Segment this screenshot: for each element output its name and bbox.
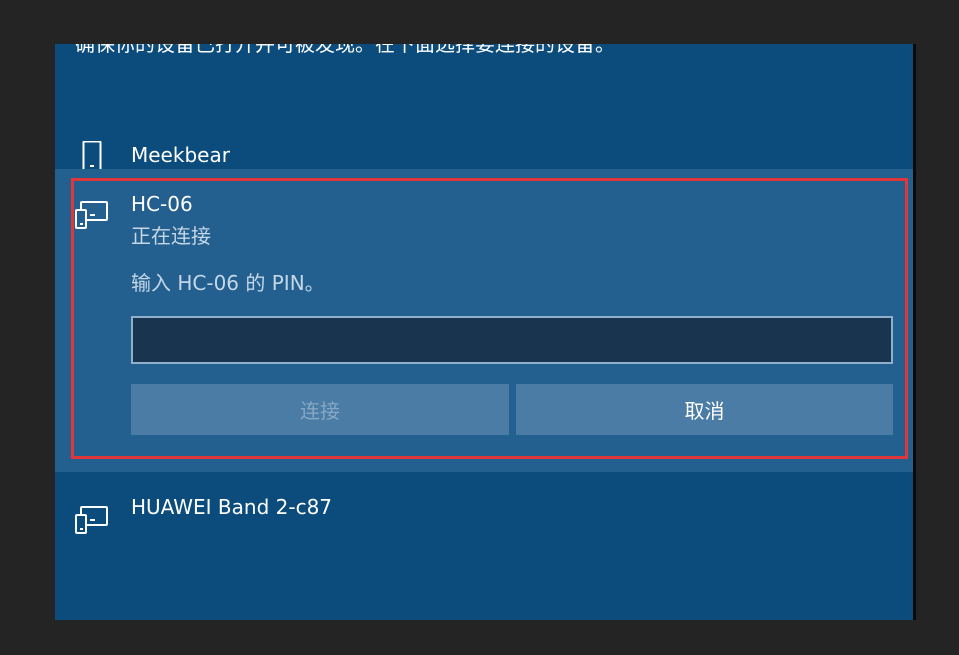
pin-input[interactable] xyxy=(131,316,893,364)
device-name: HUAWEI Band 2-c87 xyxy=(131,495,333,519)
bluetooth-add-device-panel: 确保你的设备已打开并可被发现。在下面选择要连接的设备。 Meekbear HC-… xyxy=(55,44,913,620)
device-name: HC-06 xyxy=(131,192,193,216)
device-item-huawei-band[interactable]: HUAWEI Band 2-c87 xyxy=(55,472,913,620)
connect-button[interactable]: 连接 xyxy=(131,384,509,435)
device-icon xyxy=(75,201,108,229)
instruction-text: 确保你的设备已打开并可被发现。在下面选择要连接的设备。 xyxy=(75,44,615,56)
window-edge xyxy=(913,44,916,620)
device-name: Meekbear xyxy=(131,143,230,167)
device-icon xyxy=(75,506,108,534)
device-item-hc-06[interactable]: HC-06 正在连接 输入 HC-06 的 PIN。 连接 取消 xyxy=(55,169,913,472)
phone-icon xyxy=(82,141,102,171)
cancel-button[interactable]: 取消 xyxy=(516,384,893,435)
connection-status: 正在连接 xyxy=(131,224,211,248)
pin-prompt: 输入 HC-06 的 PIN。 xyxy=(131,271,325,295)
